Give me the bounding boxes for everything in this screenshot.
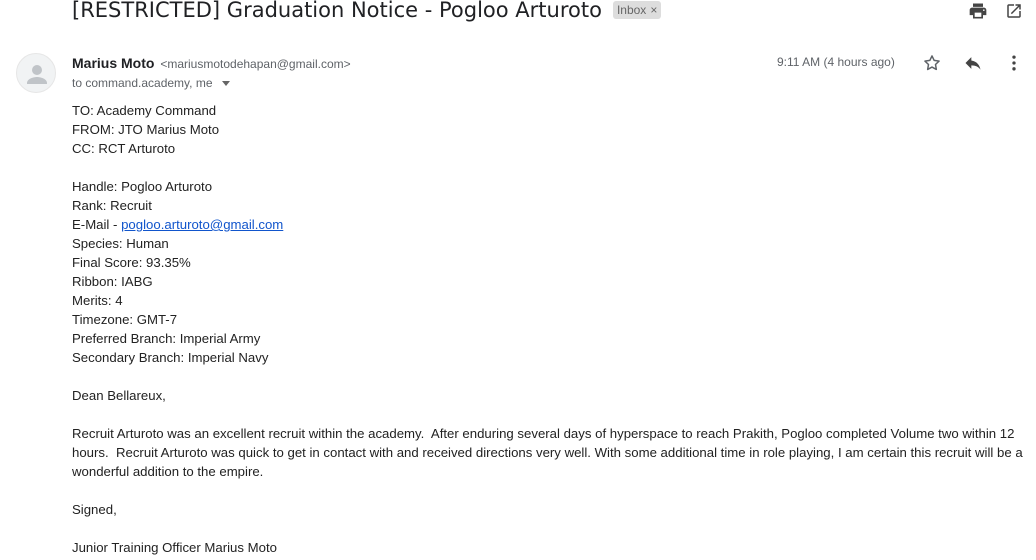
open-in-new-window-icon[interactable]	[1004, 1, 1024, 21]
detail-ribbon: Ribbon: IABG	[72, 274, 153, 289]
email-subject: [RESTRICTED] Graduation Notice - Pogloo …	[72, 0, 602, 22]
detail-email-prefix: E-Mail -	[72, 217, 122, 232]
header-cc: CC: RCT Arturoto	[72, 141, 176, 156]
email-body: TO: Academy Command FROM: JTO Marius Mot…	[72, 101, 1027, 557]
recipients-text: to command.academy, me	[72, 76, 213, 90]
detail-final-score: Final Score: 93.35%	[72, 255, 191, 270]
reply-icon[interactable]	[962, 52, 984, 74]
print-icon[interactable]	[968, 1, 988, 21]
message-time: 9:11 AM (4 hours ago)	[777, 55, 895, 69]
label-text: Inbox	[616, 3, 647, 17]
body-paragraph: Recruit Arturoto was an excellent recrui…	[72, 426, 1027, 479]
header-to: TO: Academy Command	[72, 103, 217, 118]
star-icon[interactable]	[921, 52, 943, 74]
signature: Junior Training Officer Marius Moto	[72, 540, 277, 555]
person-avatar-icon	[27, 65, 47, 84]
detail-secondary-branch: Secondary Branch: Imperial Navy	[72, 350, 269, 365]
detail-timezone: Timezone: GMT-7	[72, 312, 178, 327]
dropdown-caret-icon[interactable]	[221, 80, 230, 86]
recruit-email-link[interactable]: pogloo.arturoto@gmail.com	[121, 217, 283, 232]
avatar	[16, 53, 56, 93]
detail-preferred-branch: Preferred Branch: Imperial Army	[72, 331, 261, 346]
detail-handle: Handle: Pogloo Arturoto	[72, 179, 213, 194]
message-actions	[921, 52, 1025, 74]
detail-email: E-Mail - pogloo.arturoto@gmail.com	[72, 215, 1027, 234]
subject-row: [RESTRICTED] Graduation Notice - Pogloo …	[72, 0, 662, 26]
detail-merits: Merits: 4	[72, 293, 123, 308]
inbox-label-chip[interactable]: Inbox ×	[612, 1, 662, 19]
sender: Marius Moto <mariusmotodehapan@gmail.com…	[72, 55, 351, 71]
thread-actions	[968, 1, 1024, 21]
signed: Signed,	[72, 502, 117, 517]
sender-email: <mariusmotodehapan@gmail.com>	[160, 57, 351, 71]
recipients: to command.academy, me	[72, 76, 230, 90]
sender-name: Marius Moto	[72, 55, 155, 71]
detail-species: Species: Human	[72, 236, 169, 251]
detail-rank: Rank: Recruit	[72, 198, 152, 213]
header-from: FROM: JTO Marius Moto	[72, 122, 220, 137]
more-vertical-icon[interactable]	[1003, 52, 1025, 74]
greeting: Dean Bellareux,	[72, 388, 166, 403]
close-icon[interactable]: ×	[650, 3, 657, 17]
